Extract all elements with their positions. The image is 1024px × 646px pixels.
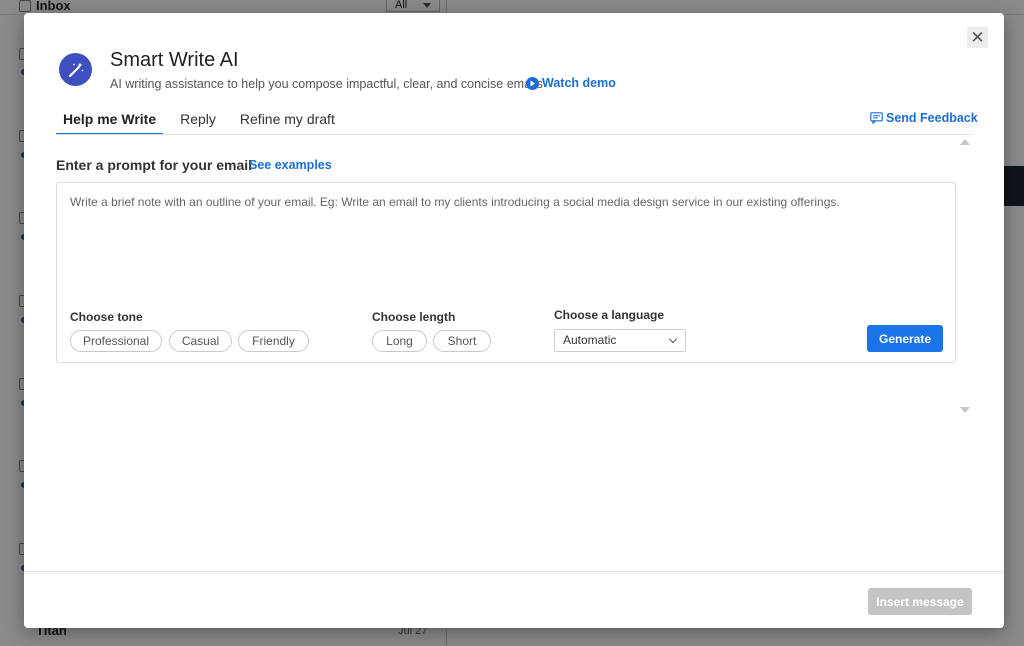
play-circle-icon: [526, 76, 539, 90]
tone-label: Choose tone: [70, 310, 143, 324]
chevron-down-icon: [668, 334, 678, 344]
close-icon: ✕: [970, 28, 985, 47]
insert-message-button[interactable]: Insert message: [868, 588, 972, 615]
prompt-panel: Choose tone Professional Casual Friendly…: [56, 182, 956, 363]
prompt-input[interactable]: [70, 195, 940, 285]
footer-shadow: [24, 572, 1004, 576]
length-long-chip[interactable]: Long: [372, 330, 427, 352]
language-label: Choose a language: [554, 308, 665, 322]
watch-demo-link[interactable]: Watch demo: [526, 76, 616, 90]
send-feedback-label: Send Feedback: [886, 111, 978, 125]
see-examples-link[interactable]: See examples: [249, 158, 332, 172]
dialog-title: Smart Write AI: [110, 49, 239, 71]
language-selected-value: Automatic: [563, 333, 617, 347]
language-select[interactable]: Automatic: [554, 329, 686, 352]
watch-demo-label: Watch demo: [542, 76, 616, 90]
smart-write-dialog: ✕ Smart Write AI AI writing assistance t…: [24, 13, 1004, 628]
magic-wand-icon: [59, 53, 92, 86]
tab-reply[interactable]: Reply: [173, 111, 223, 133]
mode-tabs: Help me Write Reply Refine my draft: [56, 111, 342, 135]
scroll-down-arrow[interactable]: [960, 407, 970, 413]
tab-help-me-write[interactable]: Help me Write: [56, 111, 164, 135]
tone-friendly-chip[interactable]: Friendly: [238, 330, 309, 352]
scroll-up-arrow[interactable]: [960, 139, 970, 145]
length-label: Choose length: [372, 310, 456, 324]
prompt-label: Enter a prompt for your email: [56, 157, 253, 173]
tone-casual-chip[interactable]: Casual: [169, 330, 232, 352]
tone-professional-chip[interactable]: Professional: [70, 330, 162, 352]
message-icon: [870, 112, 883, 124]
close-button[interactable]: ✕: [967, 27, 988, 48]
length-short-chip[interactable]: Short: [433, 330, 491, 352]
tab-refine-my-draft[interactable]: Refine my draft: [233, 111, 342, 133]
tabs-divider: [56, 134, 972, 135]
generate-button[interactable]: Generate: [867, 325, 943, 352]
dialog-subtitle: AI writing assistance to help you compos…: [110, 77, 543, 91]
send-feedback-link[interactable]: Send Feedback: [870, 111, 978, 125]
